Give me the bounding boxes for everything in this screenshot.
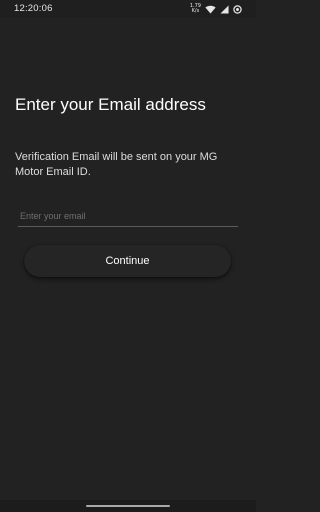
network-speed: 1.79 K/s xyxy=(190,4,201,14)
continue-button[interactable]: Continue xyxy=(24,245,231,277)
status-bar: 12:20:06 1.79 K/s xyxy=(0,0,256,18)
navigation-bar xyxy=(0,500,256,512)
network-speed-unit: K/s xyxy=(191,8,200,14)
signal-icon xyxy=(220,4,229,14)
battery-icon xyxy=(233,4,242,14)
email-field[interactable] xyxy=(18,205,238,227)
home-indicator[interactable] xyxy=(86,505,170,507)
verification-description: Verification Email will be sent on your … xyxy=(15,151,218,178)
wifi-icon xyxy=(205,5,216,14)
status-time: 12:20:06 xyxy=(14,3,53,14)
page-title: Enter your Email address xyxy=(15,95,206,114)
status-icons: 1.79 K/s xyxy=(190,3,242,15)
